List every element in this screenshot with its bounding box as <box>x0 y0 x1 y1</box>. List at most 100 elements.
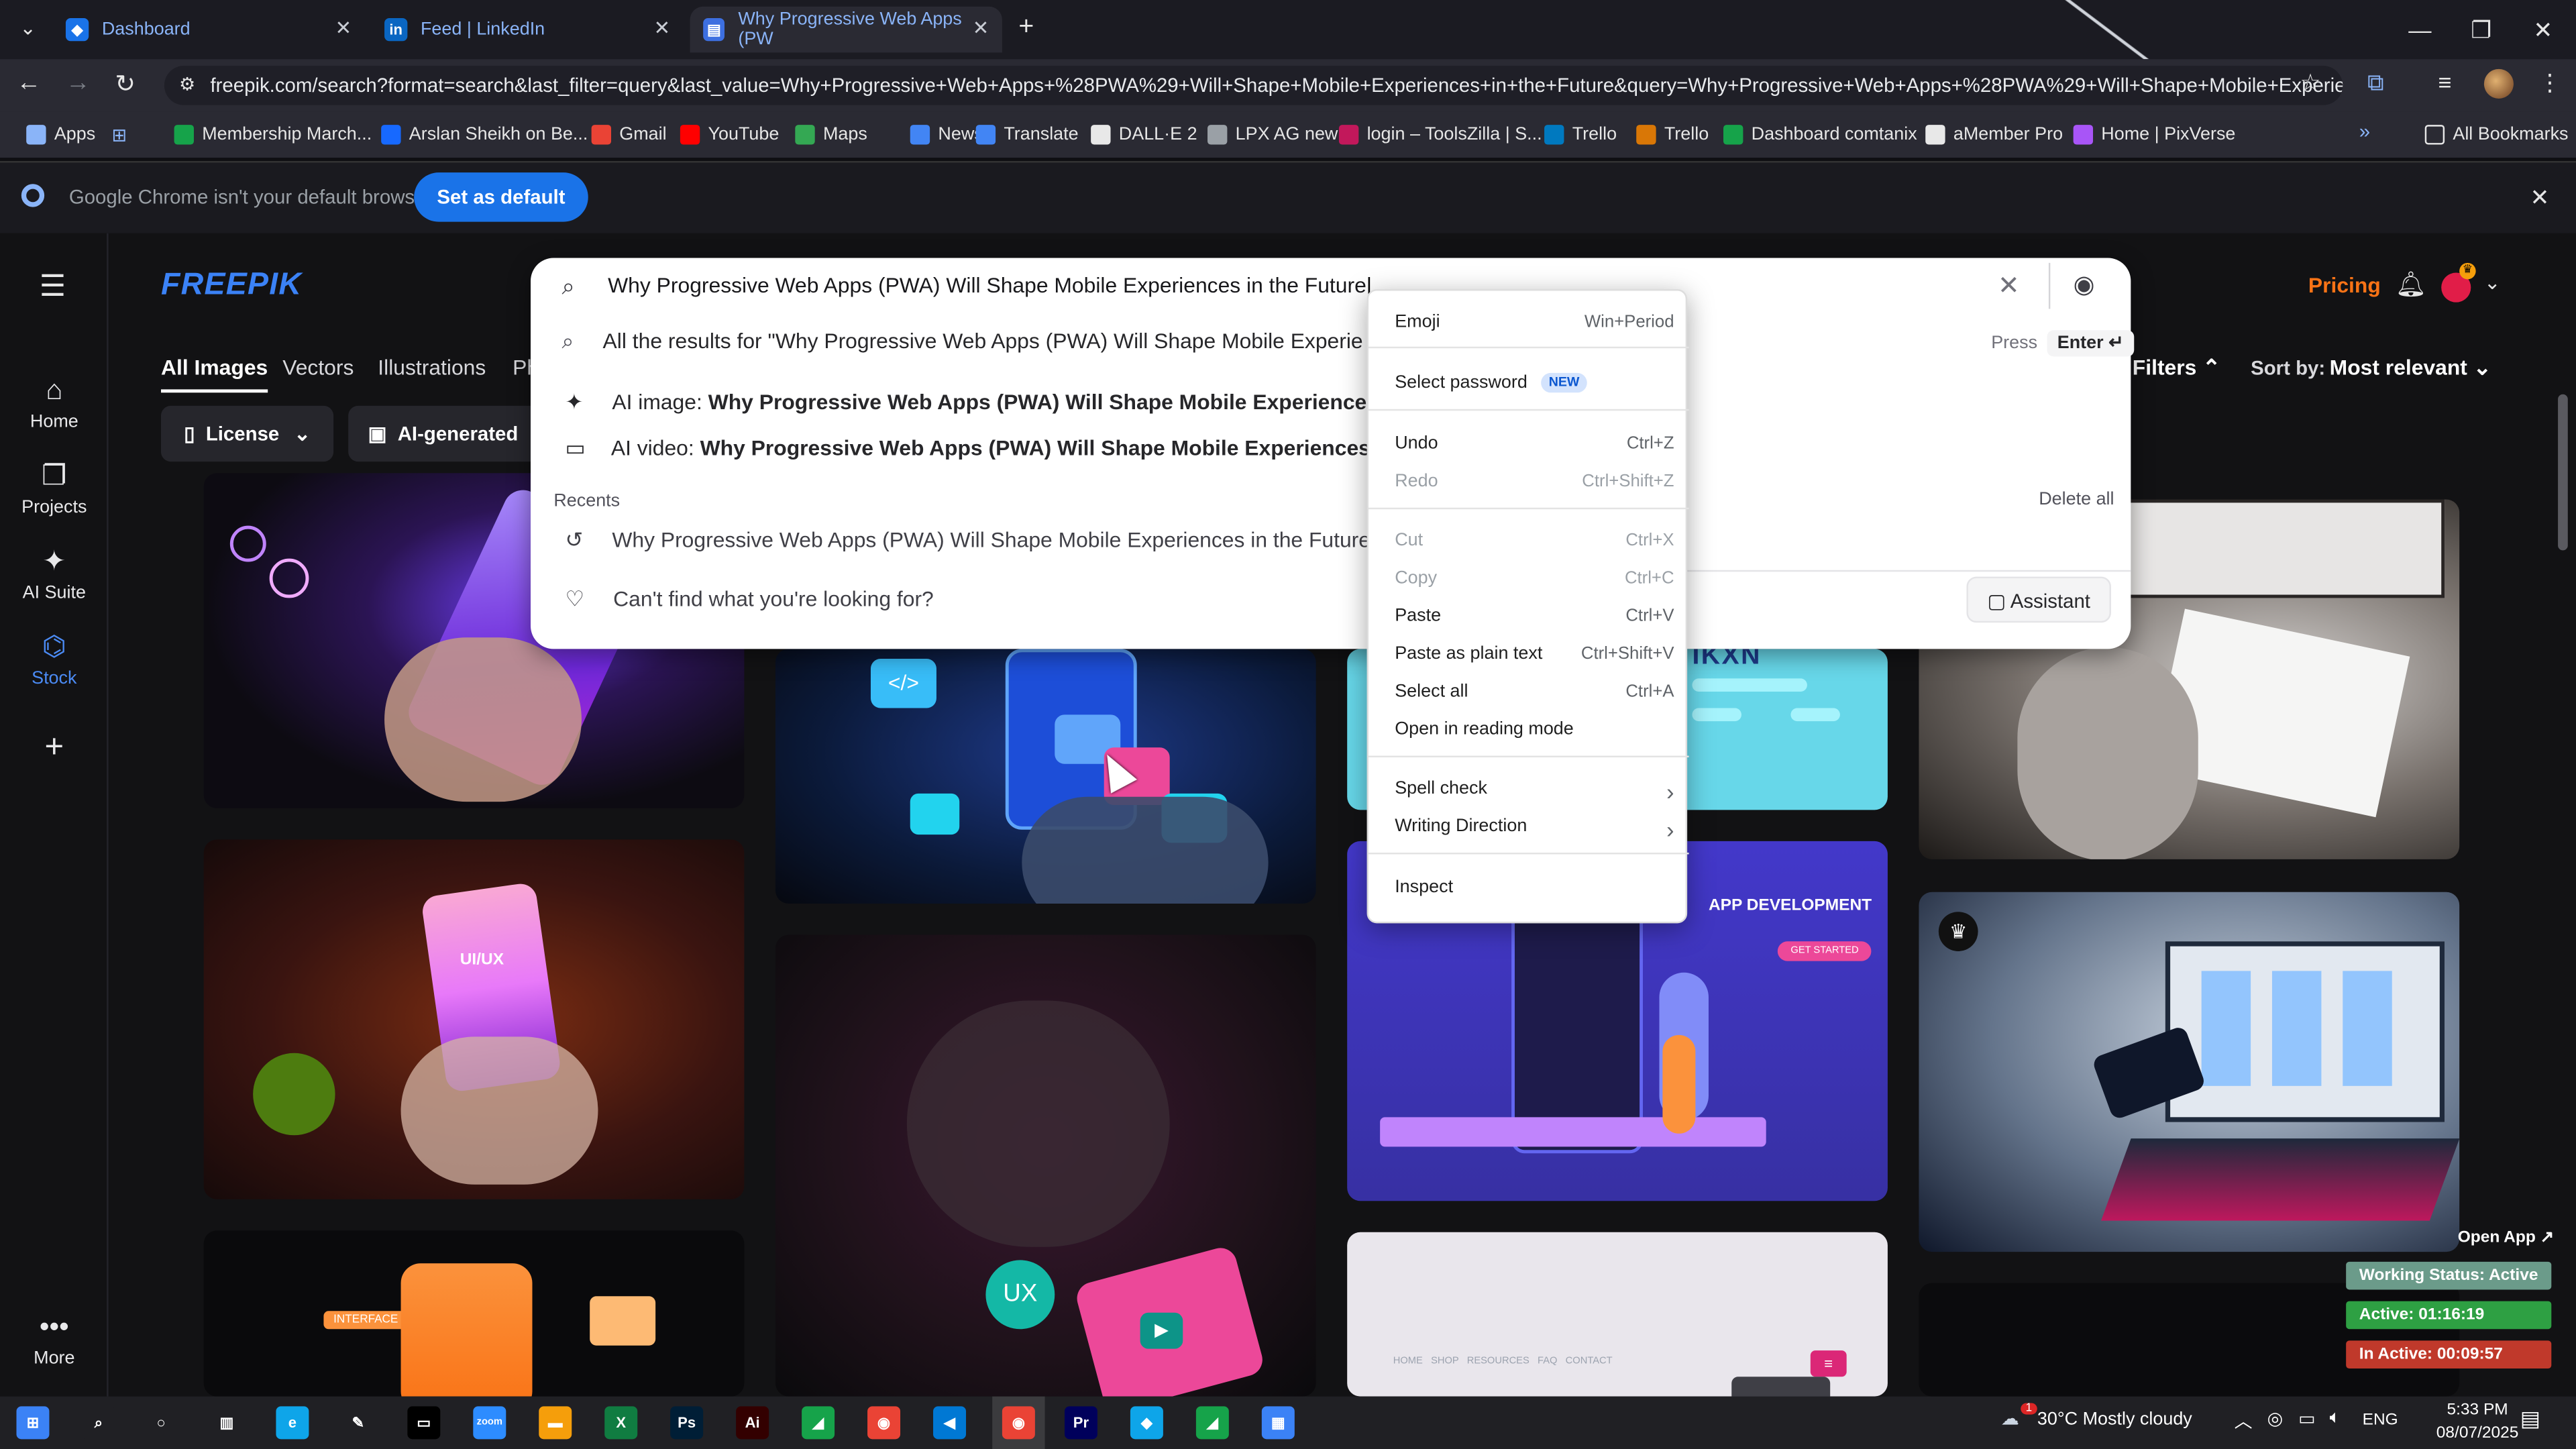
vscode-icon[interactable]: ◀ <box>933 1406 967 1440</box>
browser-menu-icon[interactable]: ⋮ <box>2538 69 2561 97</box>
site-info-icon[interactable]: ⚙ <box>179 66 195 105</box>
window-close-icon[interactable]: ✕ <box>2533 0 2559 59</box>
photoshop-icon[interactable]: Ps <box>670 1406 704 1440</box>
bookmark-item[interactable]: Translate <box>975 121 1079 148</box>
suggestion-all-results[interactable]: ⌕ All the results for "Why Progressive W… <box>562 329 2106 362</box>
bell-icon[interactable]: 🔔︎ <box>2396 270 2427 299</box>
context-item-emoji[interactable]: Emoji Win+Period <box>1395 312 1674 331</box>
all-bookmarks[interactable]: All Bookmarks <box>2424 121 2569 148</box>
tab-all-images[interactable]: All Images <box>161 355 268 393</box>
clock-date[interactable]: 08/07/2025 <box>2418 1424 2536 1442</box>
cant-find-row[interactable]: ♡ Can't find what you're looking for? <box>565 586 933 612</box>
sidebar-add-icon[interactable]: + <box>0 729 109 767</box>
image-card-code-phone[interactable]: </> <box>775 649 1316 904</box>
image-card-uiux[interactable]: UI/UX <box>203 839 745 1199</box>
sidebar-item-ai-suite[interactable]: ✦ AI Suite <box>0 545 109 603</box>
hamburger-menu-icon[interactable]: ☰ <box>40 270 66 304</box>
page-scrollbar[interactable] <box>2558 394 2568 551</box>
tray-chevron-icon[interactable]: ︿ <box>2235 1408 2253 1434</box>
bookmark-item[interactable]: DALL·E 2 <box>1091 121 1197 148</box>
bookmark-item[interactable]: Membership March... <box>174 121 372 148</box>
bookmark-item[interactable]: Dashboard comtanix <box>1723 121 1917 148</box>
camera-search-icon[interactable]: ◉ <box>2074 270 2095 299</box>
task-view-icon[interactable]: ▥ <box>210 1406 244 1440</box>
close-icon[interactable]: ✕ <box>973 16 989 39</box>
zoom-icon[interactable]: zoom <box>473 1406 506 1440</box>
illustrator-icon[interactable]: Ai <box>736 1406 769 1440</box>
tab-illustrations[interactable]: Illustrations <box>378 355 486 380</box>
pricing-link[interactable]: Pricing <box>2308 273 2381 298</box>
back-icon[interactable]: ← <box>16 69 41 97</box>
sidebar-item-stock[interactable]: ⌬ Stock <box>0 631 109 688</box>
context-item-redo[interactable]: Redo Ctrl+Shift+Z <box>1395 472 1674 491</box>
bookmark-item[interactable]: Maps <box>795 121 867 148</box>
bookmark-star-icon[interactable]: ☆ <box>2300 69 2321 97</box>
search-input[interactable]: Why Progressive Web Apps (PWA) Will Shap… <box>608 273 1972 298</box>
chrome-icon[interactable]: ◉ <box>867 1406 901 1440</box>
profile-avatar[interactable] <box>2483 68 2514 99</box>
bookmark-item[interactable]: Trello <box>1636 121 1709 148</box>
windows-start-icon[interactable]: ⊞ <box>16 1406 50 1440</box>
bookmarks-overflow-icon[interactable]: » <box>2359 120 2370 143</box>
bookmark-item[interactable]: Trello <box>1544 121 1617 148</box>
forward-icon[interactable]: → <box>66 69 91 97</box>
context-item-paste-plain[interactable]: Paste as plain text Ctrl+Shift+V <box>1395 644 1674 663</box>
search-icon[interactable]: ⌕ <box>82 1406 115 1440</box>
license-filter[interactable]: ▯ License ⌄ <box>161 405 334 462</box>
set-as-default-button[interactable]: Set as default <box>414 172 588 222</box>
tab-freepik[interactable]: ▤ Why Progressive Web Apps (PW ✕ <box>690 6 1002 53</box>
media-controls-icon[interactable]: ≡ <box>2438 69 2451 95</box>
context-item-select-all[interactable]: Select all Ctrl+A <box>1395 682 1674 701</box>
restore-icon[interactable]: ❐ <box>2471 0 2497 59</box>
assistant-button[interactable]: ▢ Assistant <box>1966 576 2111 623</box>
extension-icon[interactable]: ⧉ <box>2367 69 2383 97</box>
bookmark-item[interactable]: Home | PixVerse <box>2073 121 2235 148</box>
app-green2-icon[interactable]: ◢ <box>1195 1406 1229 1440</box>
sort-select[interactable]: Most relevant ⌄ <box>2330 355 2491 381</box>
apps-grid-icon[interactable]: ⊞ <box>112 121 127 148</box>
bookmark-item[interactable]: aMember Pro <box>1925 121 2063 148</box>
bookmark-item[interactable]: Gmail <box>591 121 667 148</box>
filters-toggle[interactable]: Filters ⌃ <box>2133 355 2220 381</box>
bookmark-item[interactable]: News <box>910 121 983 148</box>
new-tab-plus-icon[interactable]: + <box>1018 13 1034 43</box>
terminal-icon[interactable]: ▭ <box>407 1406 441 1440</box>
infobar-close-icon[interactable]: ✕ <box>2530 184 2549 212</box>
image-card-ux-neon[interactable]: UX ▶ <box>775 934 1316 1397</box>
context-item-reading-mode[interactable]: Open in reading mode <box>1395 720 1674 739</box>
suggestion-ai-video[interactable]: ▭ AI video: Why Progressive Web Apps (PW… <box>565 435 1370 468</box>
context-item-spell-check[interactable]: Spell check › <box>1395 779 1674 805</box>
app-diamond-icon[interactable]: ◆ <box>1130 1406 1163 1440</box>
image-card-interface[interactable]: INTERFACE <box>203 1230 745 1397</box>
clear-search-icon[interactable]: ✕ <box>1998 270 2020 303</box>
bookmark-item[interactable]: YouTube <box>680 121 779 148</box>
notification-icon[interactable]: ▤ <box>2520 1406 2540 1432</box>
context-item-cut[interactable]: Cut Ctrl+X <box>1395 531 1674 550</box>
explorer-icon[interactable]: ▬ <box>539 1406 572 1440</box>
close-icon[interactable]: ✕ <box>654 16 671 39</box>
image-card-laptop-wireframes[interactable]: ♛ <box>1919 892 2460 1252</box>
bookmark-item[interactable]: Arslan Sheikh on Be... <box>381 121 588 148</box>
user-menu-chevron-icon[interactable]: ⌄ <box>2484 271 2501 294</box>
reload-icon[interactable]: ↻ <box>115 69 136 99</box>
language-indicator[interactable]: ENG <box>2363 1411 2398 1430</box>
bookmark-item[interactable]: login – ToolsZilla | S... <box>1338 121 1542 148</box>
network-icon[interactable]: ▭ <box>2298 1408 2315 1429</box>
bookmark-item[interactable]: Apps <box>26 121 95 148</box>
delete-all-link[interactable]: Delete all <box>2039 490 2114 509</box>
bookmark-item[interactable]: LPX AG new <box>1208 121 1338 148</box>
weather-widget[interactable]: ☁ 1 30°C Mostly cloudy <box>2001 1403 2192 1430</box>
minimize-icon[interactable]: — <box>2408 0 2434 59</box>
open-app-link[interactable]: Open App ↗ <box>2458 1229 2554 1247</box>
context-item-inspect[interactable]: Inspect <box>1395 877 1674 897</box>
recent-item[interactable]: ↺ Why Progressive Web Apps (PWA) Will Sh… <box>565 527 1370 553</box>
address-bar[interactable]: ⚙ freepik.com/search?format=search&last_… <box>164 65 2343 105</box>
excel-icon[interactable]: X <box>604 1406 638 1440</box>
close-icon[interactable]: ✕ <box>335 16 352 39</box>
context-item-undo[interactable]: Undo Ctrl+Z <box>1395 434 1674 453</box>
ai-generated-filter[interactable]: ▣ AI-generated <box>348 405 546 462</box>
suggestion-ai-image[interactable]: ✦ AI image: Why Progressive Web Apps (PW… <box>565 389 1370 422</box>
clock-time[interactable]: 5:33 PM <box>2428 1401 2527 1419</box>
premiere-icon[interactable]: Pr <box>1064 1406 1097 1440</box>
app-green-icon[interactable]: ◢ <box>802 1406 835 1440</box>
